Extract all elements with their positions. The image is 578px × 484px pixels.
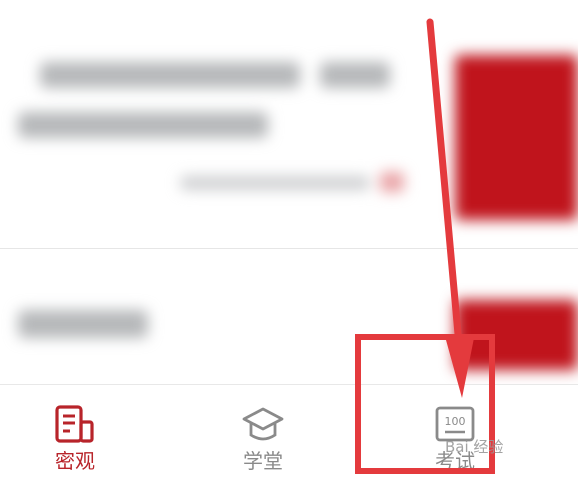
watermark: Bai 经验: [445, 438, 504, 456]
app-screen: 密观 学堂 100 考试 Bai 经验: [0, 0, 578, 484]
